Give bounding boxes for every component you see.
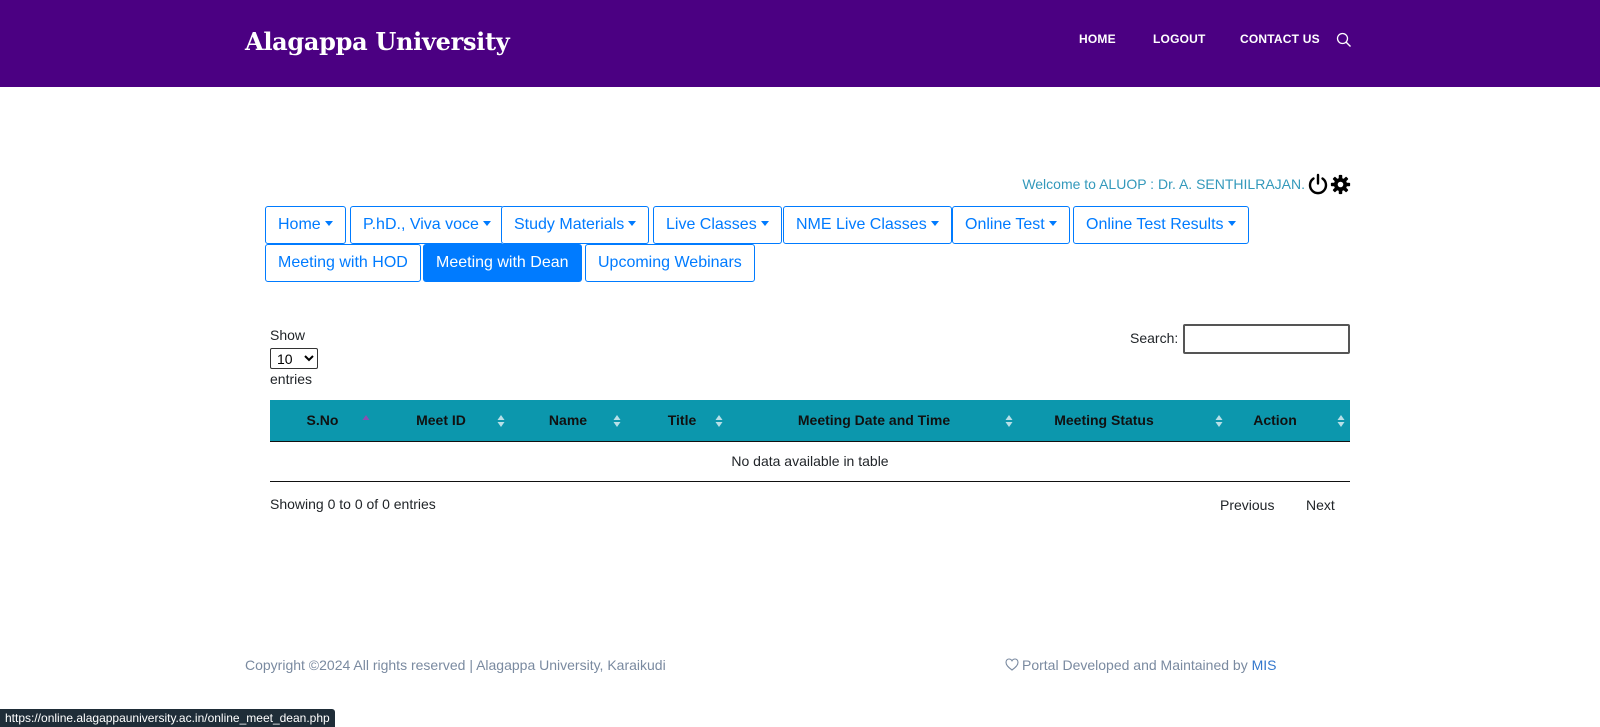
pagination-previous-button[interactable]: Previous <box>1220 497 1274 513</box>
menu-live-classes-dropdown[interactable]: Live Classes <box>653 206 782 244</box>
nav-home-link[interactable]: HOME <box>1079 32 1116 46</box>
menu-label: Online Test Results <box>1086 216 1224 233</box>
sort-both-icon <box>1337 415 1345 427</box>
menu-study-materials-dropdown[interactable]: Study Materials <box>501 206 650 244</box>
footer-copyright: Copyright ©2024 All rights reserved | Al… <box>245 657 666 673</box>
search-label: Search: <box>1130 330 1179 346</box>
menu-nme-live-classes-dropdown[interactable]: NME Live Classes <box>783 206 952 244</box>
col-header-sno[interactable]: S.No <box>270 400 375 441</box>
footer-maintained-by: Portal Developed and Maintained by MIS <box>1022 657 1276 673</box>
caret-down-icon <box>1048 221 1057 226</box>
table-info: Showing 0 to 0 of 0 entries <box>270 496 436 512</box>
caret-down-icon <box>930 221 939 226</box>
menu-label: Live Classes <box>666 216 757 233</box>
power-icon[interactable] <box>1307 173 1329 195</box>
search-icon[interactable] <box>1336 32 1352 48</box>
col-header-meeting-date-time[interactable]: Meeting Date and Time <box>745 400 1003 441</box>
menu-online-test-dropdown[interactable]: Online Test <box>952 206 1070 244</box>
brand-title[interactable]: Alagappa University <box>245 27 510 56</box>
menu-phd-viva-dropdown[interactable]: P.hD., Viva voce <box>350 206 504 244</box>
heart-icon <box>1005 658 1019 671</box>
caret-down-icon <box>760 221 769 226</box>
menu-label: P.hD., Viva voce <box>363 216 479 233</box>
mis-link[interactable]: MIS <box>1252 657 1277 673</box>
caret-down-icon <box>482 221 491 226</box>
menu-upcoming-webinars[interactable]: Upcoming Webinars <box>585 244 755 282</box>
col-header-name[interactable]: Name <box>515 400 621 441</box>
welcome-message: Welcome to ALUOP : Dr. A. SENTHILRAJAN. <box>1022 176 1305 192</box>
menu-online-test-results-dropdown[interactable]: Online Test Results <box>1073 206 1249 244</box>
caret-down-icon <box>628 221 637 226</box>
show-label: Show <box>270 327 306 343</box>
menu-label: Online Test <box>965 216 1045 233</box>
menu-label: NME Live Classes <box>796 216 927 233</box>
menu-label: Home <box>278 216 321 233</box>
nav-logout-link[interactable]: LOGOUT <box>1153 32 1206 46</box>
sort-asc-icon <box>362 415 370 420</box>
nav-contact-link[interactable]: CONTACT US <box>1240 32 1320 46</box>
col-header-meeting-status[interactable]: Meeting Status <box>1005 400 1203 441</box>
sort-both-icon <box>1215 415 1223 427</box>
sort-both-icon <box>613 415 621 427</box>
footer-maintained-text: Portal Developed and Maintained by <box>1022 657 1248 673</box>
menu-meeting-with-dean[interactable]: Meeting with Dean <box>423 244 582 282</box>
sort-both-icon <box>715 415 723 427</box>
entries-label: entries <box>270 371 313 387</box>
table-search-input[interactable] <box>1183 324 1350 354</box>
col-header-action[interactable]: Action <box>1215 400 1335 441</box>
menu-home-dropdown[interactable]: Home <box>265 206 346 244</box>
col-header-meet-id[interactable]: Meet ID <box>375 400 507 441</box>
sort-both-icon <box>497 415 505 427</box>
page-length-select[interactable]: 10 <box>270 348 318 369</box>
gear-icon[interactable] <box>1330 174 1351 195</box>
menu-meeting-with-hod[interactable]: Meeting with HOD <box>265 244 421 282</box>
table-header: S.No Meet ID Name Title Meeting Date and… <box>270 400 1350 442</box>
table-empty-row: No data available in table <box>270 442 1350 482</box>
pagination-next-button[interactable]: Next <box>1306 497 1335 513</box>
caret-down-icon <box>1227 221 1236 226</box>
caret-down-icon <box>324 221 333 226</box>
top-navbar: Alagappa University HOME LOGOUT CONTACT … <box>0 0 1600 87</box>
sort-both-icon <box>1005 415 1013 427</box>
browser-status-url: https://online.alagappauniversity.ac.in/… <box>0 709 335 727</box>
menu-label: Study Materials <box>514 216 625 233</box>
